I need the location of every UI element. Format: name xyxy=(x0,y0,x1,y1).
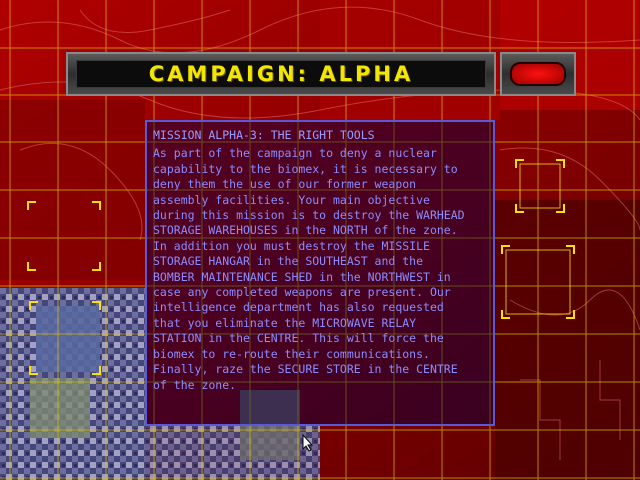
campaign-title: CAMPAIGN: ALPHA xyxy=(148,62,414,86)
red-lamp-button-icon xyxy=(510,62,566,86)
title-bar: CAMPAIGN: ALPHA xyxy=(66,52,496,96)
mission-description: As part of the campaign to deny a nuclea… xyxy=(153,146,465,392)
mouse-cursor-icon xyxy=(302,434,314,452)
title-panel: CAMPAIGN: ALPHA xyxy=(76,60,486,88)
mission-title: MISSION ALPHA-3: THE RIGHT TOOLS xyxy=(153,128,375,142)
close-button[interactable] xyxy=(500,52,576,96)
mission-briefing-panel: MISSION ALPHA-3: THE RIGHT TOOLS As part… xyxy=(145,120,495,426)
